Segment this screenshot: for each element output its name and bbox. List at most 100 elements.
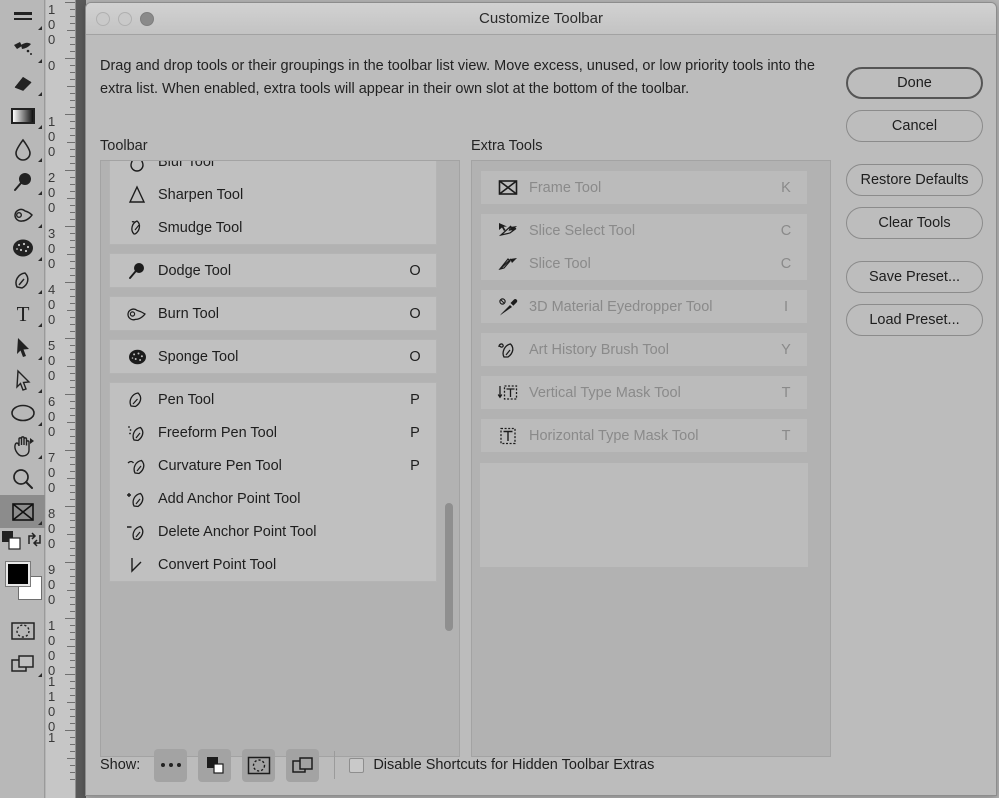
extra-tools-icon[interactable] (154, 748, 188, 782)
load-preset-button[interactable]: Load Preset... (846, 304, 983, 336)
ruler-tick (70, 240, 75, 241)
tool-row[interactable]: Burn Tool O (110, 297, 436, 330)
tool-label: Delete Anchor Point Tool (158, 523, 317, 540)
ruler-tick (70, 583, 75, 584)
screen-mode-icon[interactable] (0, 647, 45, 680)
tool-group[interactable]: 3D Material Eyedropper Tool I (480, 289, 808, 324)
ruler-tick (70, 121, 75, 122)
dodge-tool-icon[interactable] (0, 165, 45, 198)
toolbar-list-panel[interactable]: Blur Tool Sharpen Tool Smudge Tool Dodge To… (100, 160, 460, 757)
quick-mask-icon[interactable] (0, 614, 45, 647)
ruler-label: 1 (48, 730, 56, 745)
quick-mask-icon[interactable] (242, 748, 276, 782)
mixer-brush-tool-icon[interactable] (0, 33, 45, 66)
tool-row[interactable]: Delete Anchor Point Tool (110, 515, 436, 548)
tool-group[interactable]: Vertical Type Mask Tool T (480, 375, 808, 410)
dialog-titlebar[interactable]: Customize Toolbar (86, 3, 996, 35)
ruler-tick (70, 611, 75, 612)
tool-row[interactable]: Convert Point Tool (110, 548, 436, 581)
type-tool-icon[interactable]: T (0, 297, 45, 330)
drop-zone[interactable] (480, 463, 808, 567)
tool-label: Blur Tool (158, 160, 215, 170)
tool-group[interactable]: Slice Select Tool C Slice Tool C (480, 213, 808, 281)
ruler-tick (70, 464, 75, 465)
ruler-tick (70, 247, 75, 248)
tool-row[interactable]: Curvature Pen Tool P (110, 449, 436, 482)
tool-row[interactable]: Horizontal Type Mask Tool T (481, 419, 807, 452)
tool-row[interactable]: Slice Select Tool C (481, 214, 807, 247)
extra-tools-list[interactable]: Frame Tool K Slice Select Tool C Slice Tool C… (472, 161, 830, 567)
tool-row[interactable]: Dodge Tool O (110, 254, 436, 287)
tool-group[interactable]: Blur Tool Sharpen Tool Smudge Tool (109, 160, 437, 245)
ruler-label: 800 (48, 506, 56, 551)
tool-group[interactable]: Dodge Tool O (109, 253, 437, 288)
clear-tools-button[interactable]: Clear Tools (846, 207, 983, 239)
tool-row[interactable]: Slice Tool C (481, 247, 807, 280)
show-label: Show: (100, 757, 141, 773)
photoshop-tool-palette[interactable]: T (0, 0, 45, 798)
ruler-tick (70, 93, 75, 94)
ellipse-tool-icon[interactable] (0, 396, 45, 429)
ruler-tick (65, 226, 75, 227)
direct-selection-tool-icon[interactable] (0, 363, 45, 396)
tool-row[interactable]: Freeform Pen Tool P (110, 416, 436, 449)
restore-defaults-button[interactable]: Restore Defaults (846, 164, 983, 196)
toolbar-list[interactable]: Blur Tool Sharpen Tool Smudge Tool Dodge To… (101, 160, 459, 582)
tool-row[interactable]: Frame Tool K (481, 171, 807, 204)
extra-tools-panel[interactable]: Frame Tool K Slice Select Tool C Slice Tool C… (471, 160, 831, 757)
sponge-tool-icon[interactable] (0, 231, 45, 264)
ruler-tick (70, 765, 75, 766)
tool-group[interactable]: Art History Brush Tool Y (480, 332, 808, 367)
tool-expand-corner (38, 455, 42, 459)
zoom-tool-icon[interactable] (0, 462, 45, 495)
delete-anchor-point-tool-icon (122, 521, 152, 543)
burn-tool-icon[interactable] (0, 198, 45, 231)
ruler-tick (67, 86, 75, 87)
tool-row[interactable]: Sponge Tool O (110, 340, 436, 373)
tool-row[interactable]: Vertical Type Mask Tool T (481, 376, 807, 409)
done-button[interactable]: Done (846, 67, 983, 99)
color-swatches[interactable] (0, 552, 45, 614)
ruler-tick (70, 359, 75, 360)
quick-mask-row[interactable] (0, 528, 45, 552)
scrollbar-thumb[interactable] (445, 503, 453, 631)
edit-toolbar-icon[interactable] (0, 495, 45, 528)
ruler-tick (70, 72, 75, 73)
tool-row[interactable]: Art History Brush Tool Y (481, 333, 807, 366)
dodge-tool-icon (122, 260, 152, 282)
ruler-tick (70, 268, 75, 269)
slice-tool-icon (493, 253, 523, 275)
disable-shortcuts-checkbox[interactable] (349, 757, 365, 773)
pen-tool-icon (122, 389, 152, 411)
edit-toolbar-icon[interactable] (198, 748, 232, 782)
tool-row[interactable]: Sharpen Tool (110, 178, 436, 211)
blur-tool-icon[interactable] (0, 132, 45, 165)
cancel-button[interactable]: Cancel (846, 110, 983, 142)
curvature-pen-tool-icon (122, 455, 152, 477)
gradient-tool-icon[interactable] (0, 99, 45, 132)
eraser-tool-icon[interactable] (0, 66, 45, 99)
gradient-strip-icon[interactable] (0, 0, 45, 33)
ruler-tick (70, 191, 75, 192)
hand-tool-icon[interactable] (0, 429, 45, 462)
tool-group[interactable]: Pen Tool P Freeform Pen Tool P Curvature Pen… (109, 382, 437, 582)
tool-row[interactable]: Add Anchor Point Tool (110, 482, 436, 515)
tool-row[interactable]: 3D Material Eyedropper Tool I (481, 290, 807, 323)
tool-shortcut-key: C (780, 222, 792, 239)
tool-group[interactable]: Frame Tool K (480, 170, 808, 205)
save-preset-button[interactable]: Save Preset... (846, 261, 983, 293)
foreground-color-swatch[interactable] (5, 561, 31, 587)
pen-tool-icon[interactable] (0, 264, 45, 297)
path-selection-tool-icon[interactable] (0, 330, 45, 363)
extra-tools-column-title: Extra Tools (471, 138, 543, 154)
tool-group[interactable]: Sponge Tool O (109, 339, 437, 374)
tool-row[interactable]: Smudge Tool (110, 211, 436, 244)
tool-shortcut-key: P (410, 424, 420, 441)
toolbar-list-scrollbar[interactable] (443, 165, 455, 752)
tool-expand-corner (38, 356, 42, 360)
tool-group[interactable]: Horizontal Type Mask Tool T (480, 418, 808, 453)
tool-row[interactable]: Pen Tool P (110, 383, 436, 416)
tool-row[interactable]: Blur Tool (110, 160, 436, 178)
tool-group[interactable]: Burn Tool O (109, 296, 437, 331)
screen-mode-icon[interactable] (286, 748, 320, 782)
